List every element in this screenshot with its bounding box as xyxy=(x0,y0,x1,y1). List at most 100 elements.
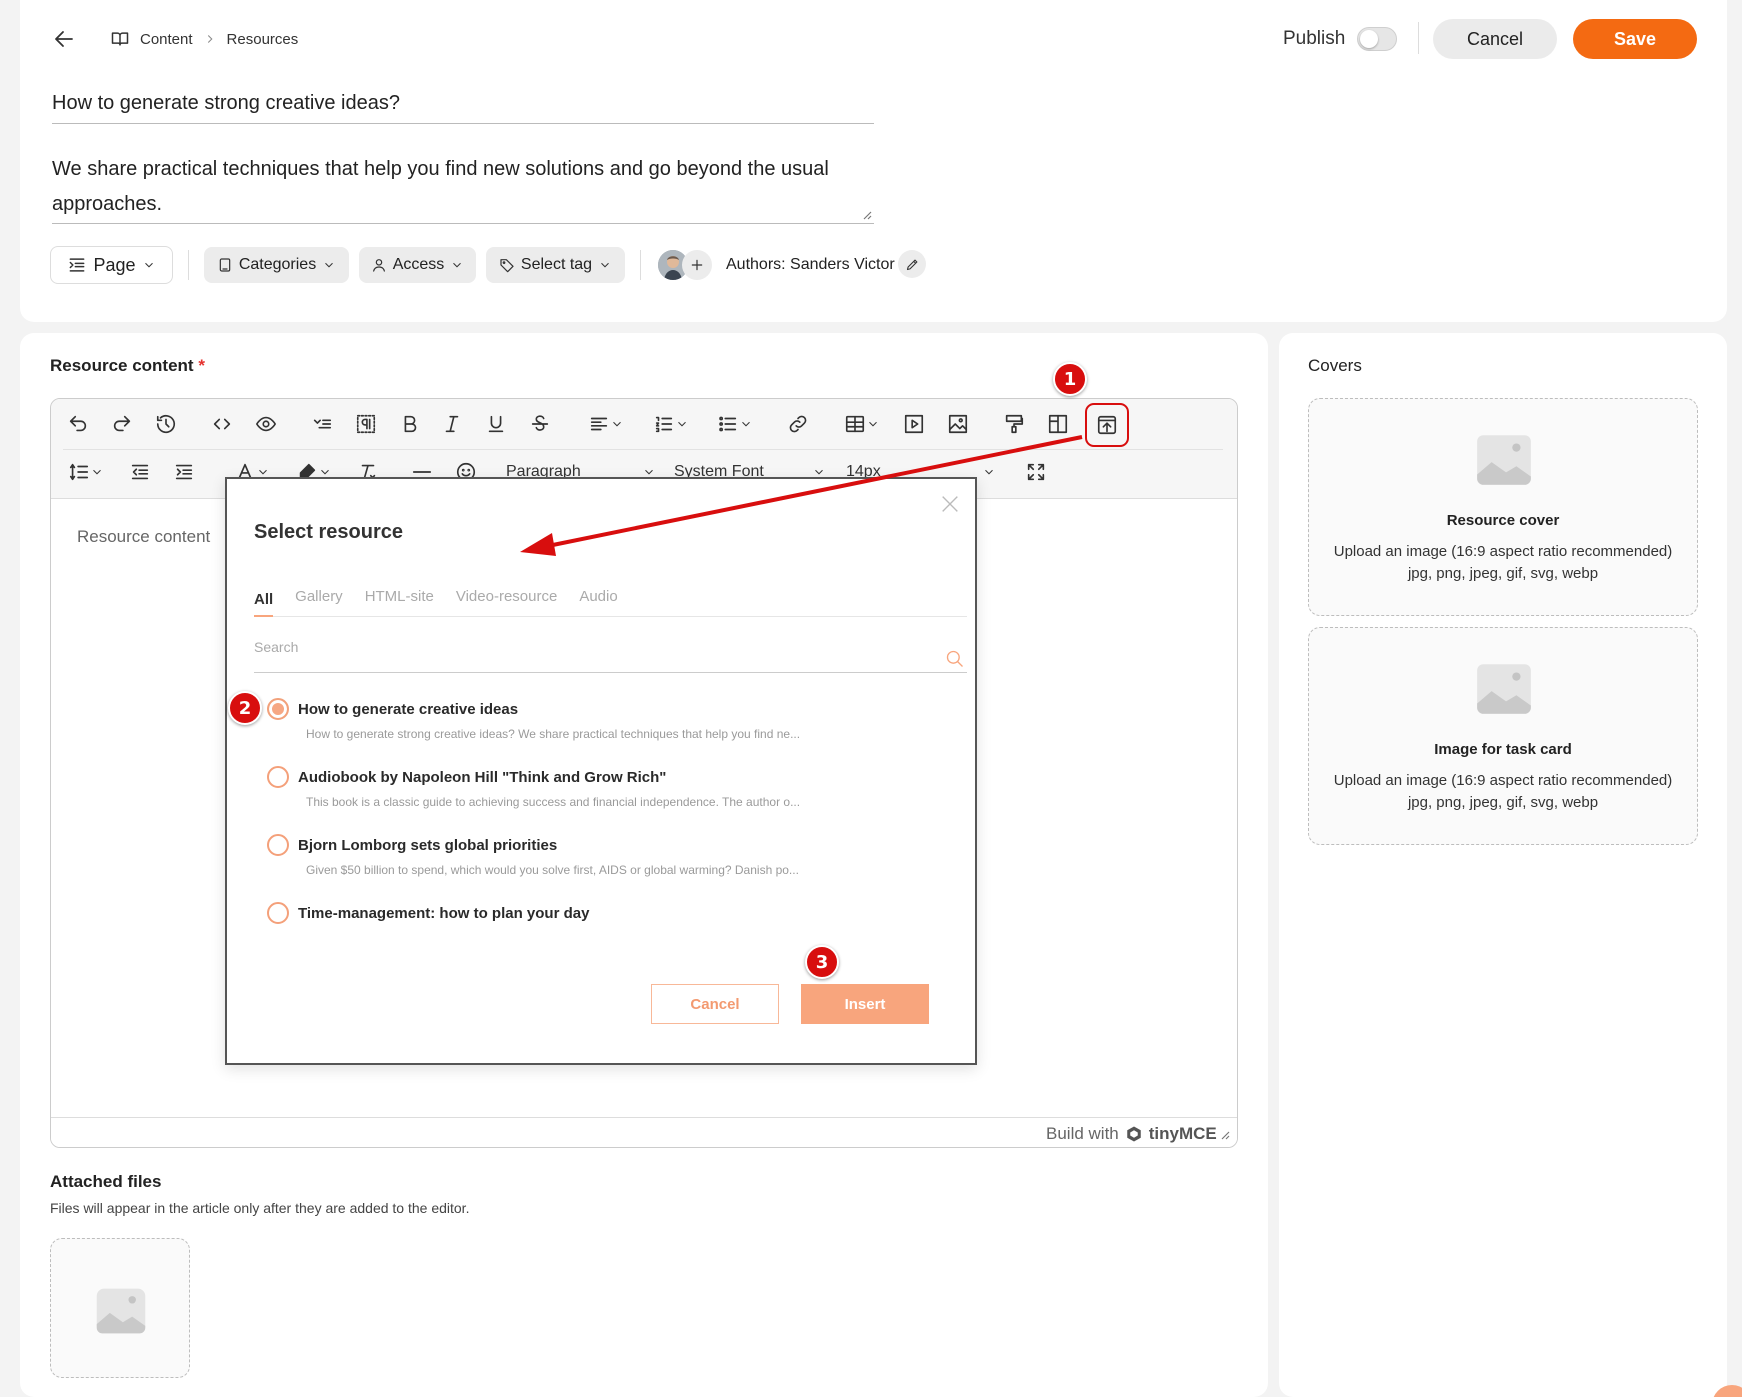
template-button[interactable] xyxy=(1042,408,1074,440)
tab-all[interactable]: All xyxy=(254,583,274,617)
resource-item-desc: How to generate strong creative ideas? W… xyxy=(306,727,801,741)
close-icon[interactable] xyxy=(939,493,961,515)
cancel-button[interactable]: Cancel xyxy=(1433,19,1557,59)
image-icon xyxy=(948,414,968,434)
redo-button[interactable] xyxy=(106,408,138,440)
breadcrumb-content[interactable]: Content xyxy=(140,31,193,48)
editor-resize-icon[interactable] xyxy=(1220,1130,1230,1140)
resource-item-title[interactable]: Time-management: how to plan your day xyxy=(298,905,589,922)
meta-divider xyxy=(188,250,189,280)
resource-cover-hint: Upload an image (16:9 aspect ratio recom… xyxy=(1333,543,1673,560)
layout-icon xyxy=(1048,414,1068,434)
categories-select[interactable]: Categories xyxy=(204,247,349,283)
covers-label: Covers xyxy=(1308,356,1362,375)
resource-cover-title: Resource cover xyxy=(1446,512,1560,529)
book-icon xyxy=(111,32,129,46)
task-card-formats: jpg, png, jpeg, gif, svg, webp xyxy=(1407,794,1599,811)
tab-html-site[interactable]: HTML-site xyxy=(365,583,434,616)
insert-resource-button[interactable] xyxy=(1085,403,1129,447)
paint-roller-icon xyxy=(1005,414,1024,434)
modal-cancel-button[interactable]: Cancel xyxy=(651,984,779,1024)
resource-item-title[interactable]: How to generate creative ideas xyxy=(298,701,518,718)
image-placeholder-icon xyxy=(1477,435,1531,485)
underline-button[interactable] xyxy=(480,408,512,440)
chevron-down-icon xyxy=(325,262,334,268)
image-placeholder-icon xyxy=(96,1288,146,1334)
search-placeholder: Search xyxy=(254,639,299,655)
description-line-2: approaches. xyxy=(52,193,163,215)
fullscreen-button[interactable] xyxy=(1020,456,1052,488)
numbered-list-button[interactable] xyxy=(646,408,696,440)
pencil-icon xyxy=(906,259,917,270)
text-indent-icon xyxy=(70,258,85,272)
user-icon xyxy=(372,259,385,272)
chevron-down-icon xyxy=(742,421,750,427)
edit-authors-button[interactable] xyxy=(898,250,926,278)
undo-button[interactable] xyxy=(62,408,94,440)
add-author-button[interactable] xyxy=(682,250,712,280)
description-field[interactable]: We share practical techniques that help … xyxy=(52,152,874,224)
chevron-down-icon xyxy=(678,421,686,427)
format-painter-button[interactable] xyxy=(998,408,1030,440)
editor-placeholder[interactable]: Resource content xyxy=(77,527,210,547)
resource-item-title[interactable]: Bjorn Lomborg sets global priorities xyxy=(298,837,557,854)
annotation-badge: 1 xyxy=(1053,362,1087,396)
insert-button[interactable]: Insert xyxy=(801,984,929,1024)
categories-label: Categories xyxy=(238,256,317,273)
resource-radio[interactable] xyxy=(267,766,289,788)
authors-label: Authors: Sanders Victor xyxy=(726,256,895,273)
resize-handle-icon[interactable] xyxy=(862,210,872,220)
chevron-down-icon xyxy=(93,469,101,475)
resource-radio-selected[interactable] xyxy=(267,698,289,720)
link-button[interactable] xyxy=(782,408,814,440)
source-code-button[interactable] xyxy=(206,408,238,440)
indent-button[interactable] xyxy=(168,456,200,488)
strikethrough-button[interactable] xyxy=(524,408,556,440)
tinymce-logo-icon xyxy=(1127,1126,1141,1142)
attach-file-dropzone[interactable] xyxy=(50,1238,190,1378)
description-line-1: We share practical techniques that help … xyxy=(52,158,829,180)
text-direction-button[interactable] xyxy=(306,408,338,440)
task-card-title: Image for task card xyxy=(1434,741,1572,758)
tag-select[interactable]: Select tag xyxy=(486,247,625,283)
search-input[interactable]: Search xyxy=(254,629,967,673)
title-field[interactable]: How to generate strong creative ideas? xyxy=(52,92,874,124)
save-button[interactable]: Save xyxy=(1573,19,1697,59)
breadcrumb-resources[interactable]: Resources xyxy=(227,31,299,48)
toolbar-separator xyxy=(63,449,1223,450)
attached-files-title: Attached files xyxy=(50,1172,162,1191)
image-button[interactable] xyxy=(942,408,974,440)
tinymce-branding[interactable]: Build with tinyMCE xyxy=(1046,1124,1217,1144)
back-arrow-icon[interactable] xyxy=(52,27,76,51)
bold-button[interactable] xyxy=(394,408,426,440)
italic-button[interactable] xyxy=(436,408,468,440)
page-select-label: Page xyxy=(93,254,136,275)
resource-cover-dropzone[interactable]: Resource cover Upload an image (16:9 asp… xyxy=(1308,398,1698,616)
access-label: Access xyxy=(392,256,445,273)
resource-radio[interactable] xyxy=(267,834,289,856)
chevron-down-icon xyxy=(613,421,621,427)
play-icon xyxy=(904,414,924,434)
media-button[interactable] xyxy=(898,408,930,440)
outdent-button[interactable] xyxy=(124,456,156,488)
tab-audio[interactable]: Audio xyxy=(579,583,617,616)
resource-item-title[interactable]: Audiobook by Napoleon Hill "Think and Gr… xyxy=(298,769,666,786)
resource-radio[interactable] xyxy=(267,902,289,924)
align-button[interactable] xyxy=(582,408,630,440)
access-select[interactable]: Access xyxy=(359,247,476,283)
nonbreaking-button[interactable] xyxy=(350,408,382,440)
resource-cover-formats: jpg, png, jpeg, gif, svg, webp xyxy=(1407,565,1599,582)
tab-gallery[interactable]: Gallery xyxy=(295,583,343,616)
line-height-icon xyxy=(69,463,89,481)
page-select[interactable]: Page xyxy=(50,246,173,284)
task-card-image-dropzone[interactable]: Image for task card Upload an image (16:… xyxy=(1308,627,1698,845)
preview-button[interactable] xyxy=(250,408,282,440)
bullet-list-button[interactable] xyxy=(710,408,760,440)
tab-video-resource[interactable]: Video-resource xyxy=(456,583,557,616)
italic-icon xyxy=(445,415,459,433)
upload-box-icon xyxy=(1097,415,1117,435)
table-button[interactable] xyxy=(838,408,886,440)
publish-toggle[interactable] xyxy=(1357,27,1397,51)
history-button[interactable] xyxy=(150,408,182,440)
line-height-button[interactable] xyxy=(62,456,110,488)
